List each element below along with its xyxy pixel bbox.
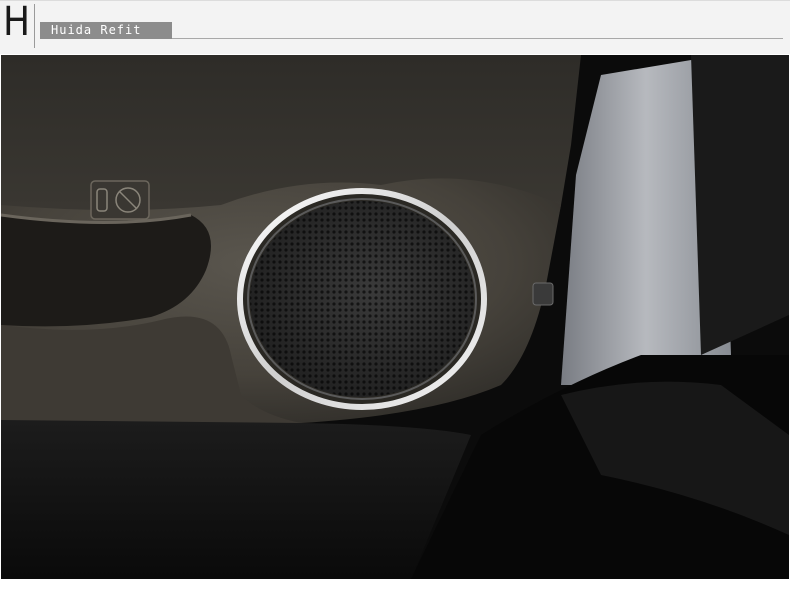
speaker-cover: [237, 188, 487, 410]
no-cup-icon: [90, 180, 150, 220]
header-divider: [34, 4, 35, 48]
page-header: H Huida Refit: [0, 0, 790, 54]
brand-badge: Huida Refit: [40, 22, 172, 39]
brand-label: Huida Refit: [51, 23, 142, 37]
header-top-rule: [0, 0, 790, 1]
product-photo: [1, 55, 789, 579]
header-underline: [172, 38, 783, 39]
section-letter: H: [3, 0, 31, 45]
door-speaker-photo: [1, 55, 789, 579]
